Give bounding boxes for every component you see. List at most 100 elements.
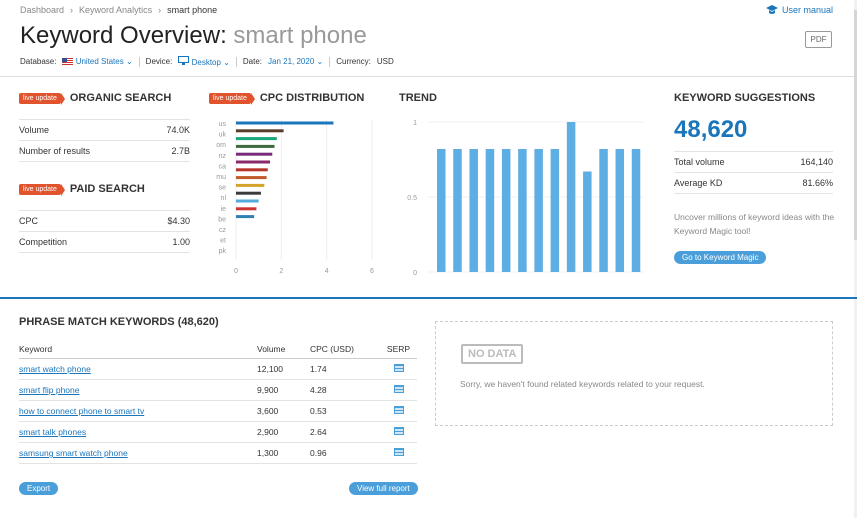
y-tick-label: 0 [413, 270, 417, 277]
section-divider [0, 297, 857, 299]
row-label: Average KD [674, 178, 723, 188]
serp-icon[interactable] [393, 364, 404, 372]
divider [138, 56, 140, 67]
device-selector[interactable]: Desktop ⌄ [178, 56, 230, 67]
currency-label: Currency: [336, 57, 371, 66]
y-tick-label: se [219, 185, 227, 192]
database-label: Database: [20, 57, 57, 66]
keyword-link[interactable]: smart talk phones [19, 427, 86, 437]
trend-bar [518, 149, 527, 272]
y-tick-label: 1 [413, 120, 417, 127]
chevron-right-icon: › [70, 5, 74, 15]
cpc-bar [236, 160, 270, 164]
y-tick-label: us [219, 121, 227, 128]
keyword-link[interactable]: smart flip phone [19, 385, 79, 395]
keyword-link[interactable]: samsung smart watch phone [19, 448, 128, 458]
database-value: United States [75, 57, 124, 66]
breadcrumb-current: smart phone [167, 5, 218, 15]
row-label: Competition [19, 237, 68, 247]
serp-icon[interactable] [393, 427, 404, 435]
cpc-cell: 0.53 [310, 406, 327, 416]
database-selector[interactable]: United States ⌄ [62, 57, 133, 66]
table-header: Keyword Volume CPC (USD) SERP [19, 340, 417, 359]
desktop-icon [178, 56, 190, 65]
serp-icon[interactable] [393, 385, 404, 393]
column-header: Keyword [19, 344, 53, 354]
y-tick-label: om [216, 142, 226, 149]
trend-bar [485, 149, 495, 272]
row-value: 1.00 [172, 237, 190, 247]
cpc-bar [236, 199, 259, 203]
paid-search-heading: live update PAID SEARCH [19, 183, 145, 196]
row-value: 81.66% [802, 178, 833, 188]
x-tick-label: 2 [279, 268, 283, 275]
keyword-link[interactable]: smart watch phone [19, 364, 91, 374]
keyword-link[interactable]: how to connect phone to smart tv [19, 406, 144, 416]
trend-bar [469, 149, 478, 272]
cpc-bar [236, 215, 255, 219]
date-selector[interactable]: Jan 21, 2020 ⌄ [268, 57, 323, 66]
serp-icon[interactable] [393, 406, 404, 414]
breadcrumb: Dashboard › Keyword Analytics › smart ph… [20, 5, 217, 15]
table-row: smart talk phones 2,900 2.64 [19, 422, 417, 443]
live-update-badge: live update [209, 92, 255, 105]
table-row: samsung smart watch phone 1,300 0.96 [19, 443, 417, 464]
row-value: 2.7B [171, 146, 190, 156]
organic-search-title: ORGANIC SEARCH [69, 92, 172, 104]
paid-search-title: PAID SEARCH [69, 183, 145, 195]
date-label: Date: [242, 57, 263, 66]
volume-cell: 12,100 [257, 364, 283, 374]
y-tick-label: pk [219, 248, 227, 255]
row-label: Number of results [19, 146, 91, 156]
table-row: Number of results 2.7B [19, 141, 190, 162]
trend-bar [583, 171, 592, 272]
cpc-cell: 4.28 [310, 385, 327, 395]
paid-search-table: CPC $4.30 Competition 1.00 [19, 210, 190, 253]
row-value: 74.0K [166, 125, 190, 135]
table-row: Competition 1.00 [19, 232, 190, 253]
cpc-bar [236, 121, 334, 125]
x-tick-label: 4 [325, 268, 329, 275]
table-row: smart flip phone 9,900 4.28 [19, 380, 417, 401]
x-tick-label: 6 [370, 268, 374, 275]
no-data-message: Sorry, we haven't found related keywords… [460, 379, 705, 389]
graduation-cap-icon [765, 5, 778, 14]
trend-bar [566, 122, 576, 272]
cpc-cell: 2.64 [310, 427, 327, 437]
keyword-suggestions-heading: KEYWORD SUGGESTIONS [674, 92, 815, 104]
cpc-bar [236, 183, 265, 187]
currency-value: USD [376, 57, 394, 66]
y-tick-label: cz [219, 227, 227, 234]
x-tick-label: 0 [234, 268, 238, 275]
y-tick-label: ie [221, 206, 227, 213]
trend-bar [599, 149, 608, 272]
trend-bar [534, 149, 543, 272]
trend-heading: TREND [399, 92, 437, 104]
user-manual-link[interactable]: User manual [765, 5, 833, 15]
trend-chart: 10.50 [407, 120, 644, 277]
table-row: smart watch phone 12,100 1.74 [19, 359, 417, 380]
keyword-suggestions-title: KEYWORD SUGGESTIONS [674, 92, 816, 104]
phrase-match-heading: PHRASE MATCH KEYWORDS (48,620) [19, 316, 219, 328]
live-update-badge: live update [19, 92, 65, 105]
chevron-down-icon: ⌄ [125, 57, 133, 66]
breadcrumb-keyword-analytics[interactable]: Keyword Analytics [79, 5, 152, 15]
table-row: CPC $4.30 [19, 211, 190, 232]
y-tick-label: nz [219, 153, 227, 160]
serp-icon[interactable] [393, 448, 404, 456]
trend-bar [550, 149, 560, 272]
cpc-bar [236, 144, 275, 148]
us-flag-icon [62, 58, 74, 66]
breadcrumb-dashboard[interactable]: Dashboard [20, 5, 64, 15]
pdf-button[interactable]: PDF [805, 31, 832, 48]
table-row: how to connect phone to smart tv 3,600 0.5… [19, 401, 417, 422]
column-header: SERP [386, 344, 411, 354]
export-button[interactable]: Export [19, 482, 59, 495]
suggestions-count[interactable]: 48,620 [674, 116, 747, 144]
device-label: Device: [145, 57, 173, 66]
live-update-badge: live update [19, 183, 65, 196]
keyword-magic-button[interactable]: Go to Keyword Magic [674, 251, 767, 264]
cpc-bar [236, 152, 273, 156]
view-full-report-button[interactable]: View full report [349, 482, 418, 495]
row-label: Volume [19, 125, 50, 135]
